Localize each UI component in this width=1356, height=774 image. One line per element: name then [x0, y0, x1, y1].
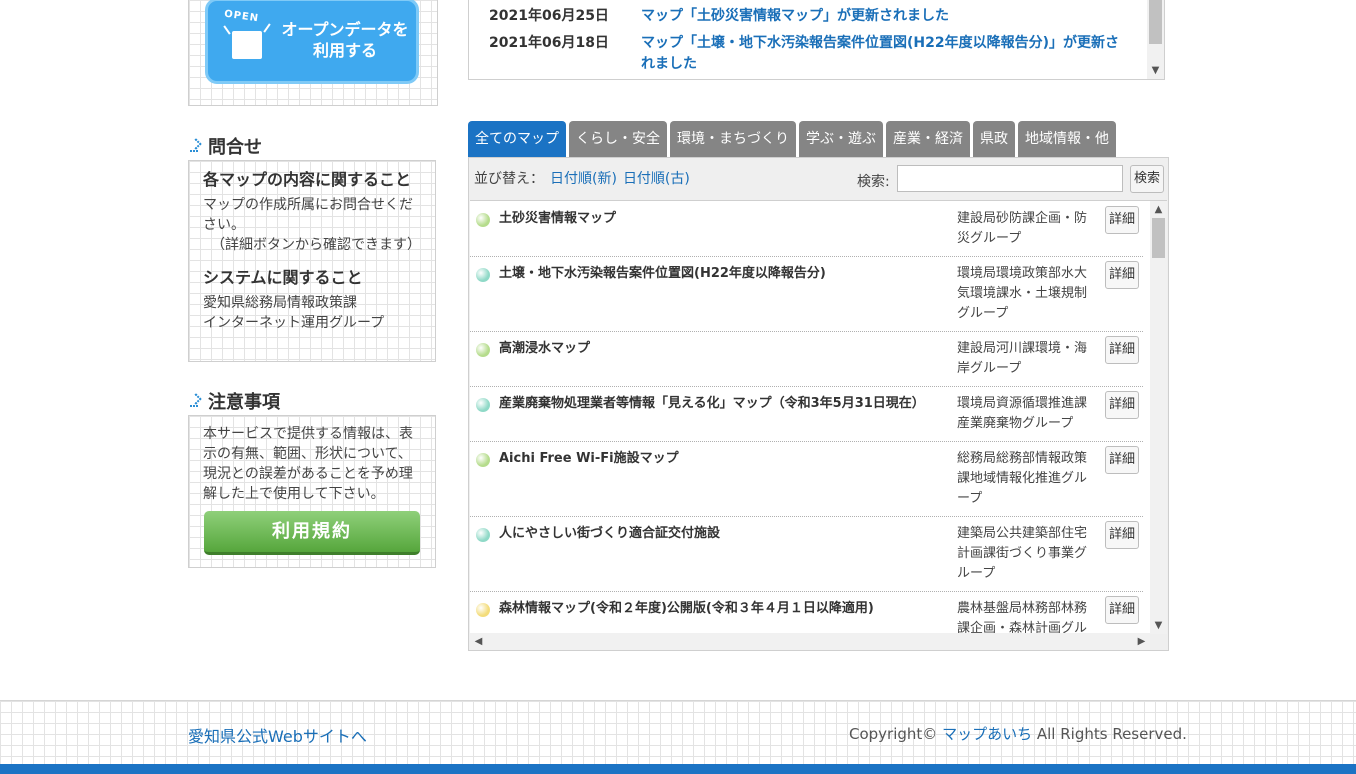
detail-button[interactable]: 詳細 [1105, 521, 1139, 549]
list-item: 土壌・地下水汚染報告案件位置図(H22年度以降報告分) 環境局環境政策部水大気環… [470, 256, 1143, 332]
map-dept: 総務局総務部情報政策課地域情報化推進グループ [957, 451, 1088, 506]
map-name: Aichi Free Wi-Fi施設マップ [499, 451, 679, 466]
notice-title: 注意事項 [208, 392, 280, 413]
contact-panel: 各マップの内容に関すること マップの作成所属にお問合せください。 （詳細ボタンか… [188, 160, 436, 362]
tab-regional[interactable]: 地域情報・他 [1018, 121, 1116, 157]
contact-dept: 愛知県総務局情報政策課 [203, 295, 357, 311]
news-link[interactable]: マップ「土壌・地下水汚染報告案件位置図(H22年度以降報告分)」が更新されました [641, 33, 1131, 75]
tab-industry[interactable]: 産業・経済 [886, 121, 970, 157]
contact-heading-system: システムに関すること [203, 268, 363, 287]
sort-bar: 並び替え： 日付順(新) 日付順(古) [474, 168, 690, 188]
ray-icon [223, 25, 231, 35]
detail-button[interactable]: 詳細 [1105, 446, 1139, 474]
list-item: Aichi Free Wi-Fi施設マップ 総務局総務部情報政策課地域情報化推進… [470, 441, 1143, 517]
notice-panel: 本サービスで提供する情報は、表示の有無、範囲、形状について、現況との誤差があるこ… [188, 415, 436, 568]
open-tag-label: OPEN [223, 8, 260, 25]
map-name: 土砂災害情報マップ [499, 211, 617, 226]
search-button[interactable]: 検索 [1130, 165, 1164, 193]
scroll-thumb[interactable] [1152, 218, 1165, 258]
news-scrollbar[interactable]: ▼ [1147, 0, 1164, 79]
notice-text: 本サービスで提供する情報は、表示の有無、範囲、形状について、現況との誤差があるこ… [203, 426, 413, 502]
map-list-scrollbar[interactable]: ▲ ▼ [1150, 201, 1167, 634]
news-date: 2021年06月18日 [489, 35, 609, 51]
bottom-bar [0, 764, 1356, 774]
copyright: Copyright© マップあいち All Rights Reserved. [849, 723, 1187, 744]
chevron-down-icon[interactable]: ▼ [1150, 617, 1167, 634]
list-item: 産業廃棄物処理業者等情報「見える化」マップ（令和3年5月31日現在） 環境局資源… [470, 386, 1143, 442]
map-name: 人にやさしい街づくり適合証交付施設 [499, 526, 721, 541]
chevron-right-icon[interactable]: ▶ [1133, 633, 1150, 650]
detail-button[interactable]: 詳細 [1105, 391, 1139, 419]
map-list-hscrollbar[interactable]: ◀ ▶ [470, 633, 1150, 650]
sort-label: 並び替え： [474, 171, 544, 187]
detail-button[interactable]: 詳細 [1105, 261, 1139, 289]
sort-newest-link[interactable]: 日付順(新) [550, 171, 617, 187]
map-status-dot [476, 268, 490, 282]
search-input[interactable] [897, 165, 1123, 192]
scroll-thumb[interactable] [1149, 0, 1162, 44]
map-name: 高潮浸水マップ [499, 341, 591, 356]
tab-all-maps[interactable]: 全てのマップ [468, 121, 566, 157]
sort-oldest-link[interactable]: 日付順(古) [623, 171, 690, 187]
chevron-down-icon[interactable]: ▼ [1147, 62, 1164, 79]
map-status-dot [476, 213, 490, 227]
tab-life-safety[interactable]: くらし・安全 [569, 121, 667, 157]
copyright-suffix: All Rights Reserved. [1036, 725, 1187, 743]
section-mark-icon [190, 138, 202, 154]
list-item: 土砂災害情報マップ 建設局砂防課企画・防災グループ 詳細 [470, 201, 1143, 257]
open-data-panel: OPEN オープンデータを 利用する [188, 0, 438, 106]
detail-button[interactable]: 詳細 [1105, 336, 1139, 364]
tab-learn-play[interactable]: 学ぶ・遊ぶ [799, 121, 883, 157]
map-status-dot [476, 528, 490, 542]
map-status-dot [476, 603, 490, 617]
map-name: 産業廃棄物処理業者等情報「見える化」マップ（令和3年5月31日現在） [499, 396, 925, 411]
category-tabs: 全てのマップ くらし・安全 環境・まちづくり 学ぶ・遊ぶ 産業・経済 県政 地域… [468, 121, 1116, 157]
list-item: 人にやさしい街づくり適合証交付施設 建築局公共建築部住宅計画課街づくり事業グルー… [470, 516, 1143, 592]
chevron-left-icon[interactable]: ◀ [470, 633, 487, 650]
list-item: 高潮浸水マップ 建設局河川課環境・海岸グループ 詳細 [470, 331, 1143, 387]
search-label: 検索: [857, 174, 890, 190]
map-name: 土壌・地下水汚染報告案件位置図(H22年度以降報告分) [499, 266, 826, 281]
open-data-label: オープンデータを 利用する [281, 20, 409, 60]
detail-button[interactable]: 詳細 [1105, 206, 1139, 234]
open-data-button[interactable]: OPEN オープンデータを 利用する [205, 0, 419, 84]
detail-button[interactable]: 詳細 [1105, 596, 1139, 624]
terms-button[interactable]: 利用規約 [204, 511, 420, 555]
map-status-dot [476, 343, 490, 357]
map-dept: 環境局資源循環推進課産業廃棄物グループ [957, 396, 1088, 431]
prefecture-site-link[interactable]: 愛知県公式Webサイトへ [188, 723, 367, 747]
brand-link[interactable]: マップあいち [942, 725, 1032, 743]
open-book-icon [232, 31, 262, 59]
news-date: 2021年06月25日 [489, 8, 609, 24]
notice-heading: 注意事項 [190, 388, 280, 414]
contact-text-note: （詳細ボタンから確認できます） [211, 237, 421, 253]
list-item: 森林情報マップ(令和２年度)公開版(令和３年４月１日以降適用) 農林基盤局林務部… [470, 591, 1143, 634]
contact-text: マップの作成所属にお問合せください。 [203, 197, 413, 233]
map-dept: 建築局公共建築部住宅計画課街づくり事業グループ [957, 526, 1088, 581]
map-list-panel: 並び替え： 日付順(新) 日付順(古) 検索: 検索 土砂災害情報マップ 建設局砂防… [468, 157, 1169, 651]
news-list[interactable]: 2021年06月25日 マップ「土砂災害情報マップ」が更新されました 2021年… [468, 0, 1165, 80]
copyright-prefix: Copyright© [849, 725, 938, 743]
contact-heading: 問合せ [190, 133, 262, 159]
map-dept: 環境局環境政策部水大気環境課水・土壌規制グループ [957, 266, 1088, 321]
contact-group: インターネット運用グループ [203, 315, 385, 331]
map-list[interactable]: 土砂災害情報マップ 建設局砂防課企画・防災グループ 詳細 土壌・地下水汚染報告案… [470, 200, 1167, 634]
chevron-up-icon[interactable]: ▲ [1150, 201, 1167, 218]
map-dept: 建設局砂防課企画・防災グループ [957, 211, 1088, 246]
contact-title: 問合せ [208, 137, 262, 158]
map-dept: 建設局河川課環境・海岸グループ [957, 341, 1088, 376]
tab-environment[interactable]: 環境・まちづくり [670, 121, 796, 157]
news-item: 2021年06月18日 マップ「土壌・地下水汚染報告案件位置図(H22年度以降報… [489, 33, 1131, 75]
tab-prefecture[interactable]: 県政 [973, 121, 1015, 157]
news-item: 2021年06月25日 マップ「土砂災害情報マップ」が更新されました [489, 6, 1131, 27]
map-status-dot [476, 453, 490, 467]
map-status-dot [476, 398, 490, 412]
map-dept: 農林基盤局林務部林務課企画・森林計画グループ [957, 601, 1088, 634]
news-link[interactable]: マップ「土砂災害情報マップ」が更新されました [641, 6, 1131, 27]
footer: 愛知県公式Webサイトへ Copyright© マップあいち All Right… [0, 700, 1356, 765]
map-name: 森林情報マップ(令和２年度)公開版(令和３年４月１日以降適用) [499, 601, 874, 616]
section-mark-icon [190, 393, 202, 409]
contact-heading-maps: 各マップの内容に関すること [203, 170, 412, 189]
